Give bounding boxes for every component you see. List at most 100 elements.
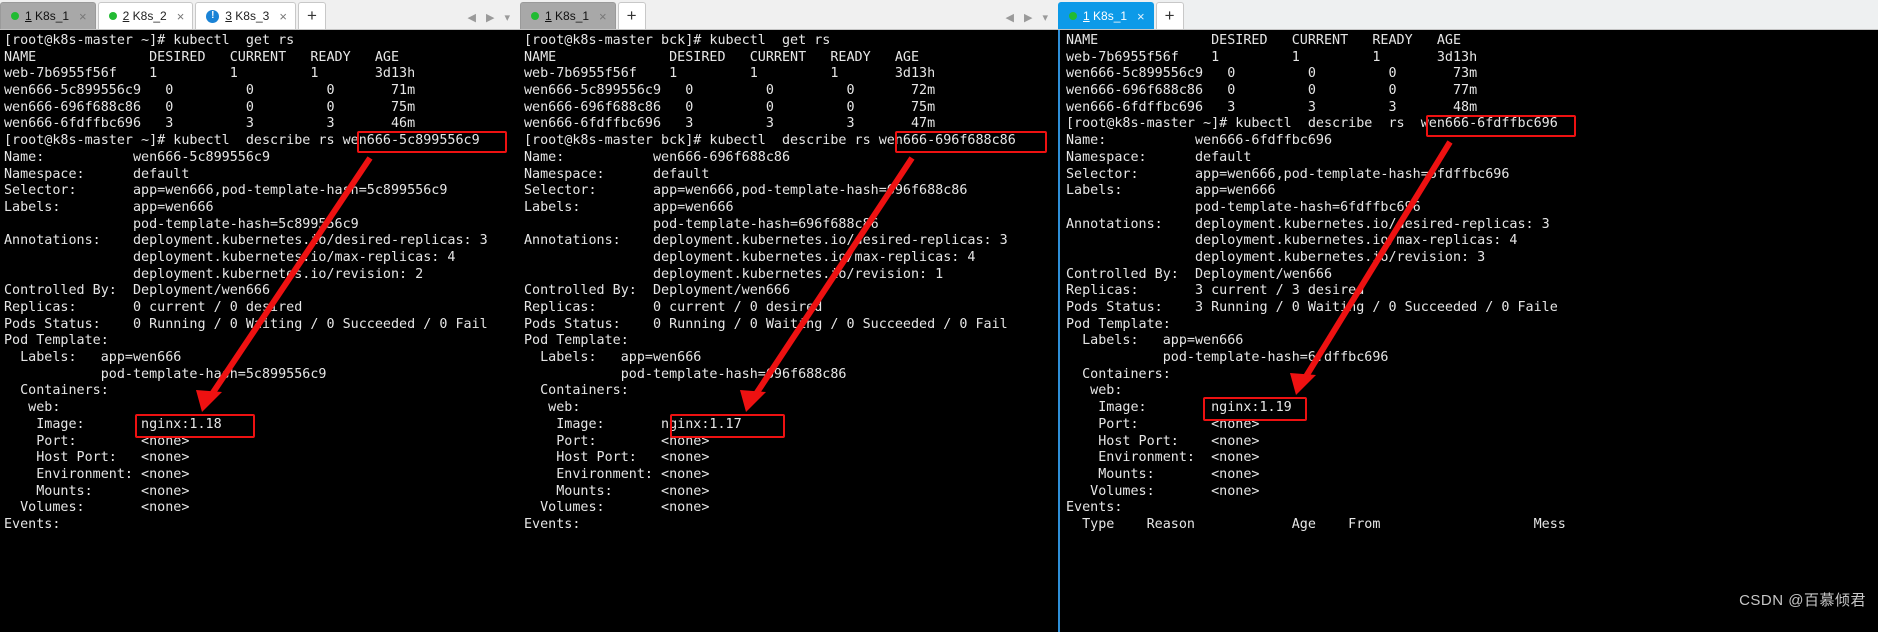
terminal-line: Environment: <none> bbox=[1066, 450, 1260, 466]
new-tab-button[interactable]: + bbox=[1155, 2, 1184, 29]
tabbar-window-2: 1 K8s_1 × + ◀ ▶ ▾ bbox=[520, 0, 1058, 30]
tab-index: 3 bbox=[225, 9, 232, 23]
terminal-line: Replicas: 3 current / 3 desired bbox=[1066, 283, 1365, 299]
terminal-line: pod-template-hash=5c899556c9 bbox=[4, 366, 327, 382]
terminal-area-1: [root@k8s-master ~]# kubectl get rs NAME … bbox=[0, 30, 520, 632]
terminal-line: deployment.kubernetes.io/revision: 3 bbox=[1066, 249, 1486, 265]
terminal-line: Name: wen666-6fdffbc696 bbox=[1066, 133, 1333, 149]
terminal-line: Selector: app=wen666,pod-template-hash=6… bbox=[524, 183, 968, 199]
terminal-line: pod-template-hash=6fdffbc696 bbox=[1066, 350, 1389, 366]
terminal-line: Labels: app=wen666 bbox=[524, 199, 734, 215]
terminal-line: Labels: app=wen666 bbox=[4, 350, 182, 366]
terminal-line: Volumes: <none> bbox=[524, 500, 710, 516]
terminal-line: Containers: bbox=[1066, 366, 1171, 382]
tabbar-window-3: 1 K8s_1 × + bbox=[1058, 0, 1878, 30]
terminal-line: Image: nginx:1.17 bbox=[524, 416, 742, 432]
terminal-line: Host Port: <none> bbox=[524, 450, 710, 466]
terminal-line: NAME DESIRED CURRENT READY AGE bbox=[524, 49, 920, 65]
terminal-line: Namespace: default bbox=[524, 166, 710, 182]
terminal-window-2: 1 K8s_1 × + ◀ ▶ ▾ [root@k8s-master bck]#… bbox=[520, 0, 1058, 632]
terminal-line: NAME DESIRED CURRENT READY AGE bbox=[1066, 33, 1462, 48]
terminal-line: Containers: bbox=[524, 383, 629, 399]
terminal-line: [root@k8s-master ~]# kubectl describe rs… bbox=[1066, 116, 1558, 132]
tab-menu-icon[interactable]: ▾ bbox=[504, 11, 510, 24]
terminal-line: Type Reason Age From Mess bbox=[1066, 516, 1566, 532]
terminal-line: wen666-6fdffbc696 3 3 3 47m bbox=[524, 116, 936, 132]
terminal-window-3: 1 K8s_1 × + NAME DESIRED CURRENT READY A… bbox=[1058, 0, 1878, 632]
tab-title: K8s_1 bbox=[31, 9, 70, 23]
tab-label: 3 K8s_3 bbox=[225, 9, 269, 23]
terminal-line: wen666-5c899556c9 0 0 0 71m bbox=[4, 83, 416, 99]
terminal-line: Events: bbox=[4, 516, 61, 532]
terminal-line: deployment.kubernetes.io/max-replicas: 4 bbox=[1066, 233, 1518, 249]
terminal-line: Events: bbox=[524, 516, 581, 532]
terminal-line: Replicas: 0 current / 0 desired bbox=[524, 300, 823, 315]
terminal-line: Volumes: <none> bbox=[1066, 483, 1260, 499]
terminal-line: Port: <none> bbox=[4, 433, 190, 449]
terminal-line: wen666-5c899556c9 0 0 0 72m bbox=[524, 83, 936, 99]
terminal-line: web: bbox=[4, 400, 61, 416]
terminal-line: deployment.kubernetes.io/max-replicas: 4 bbox=[4, 249, 456, 265]
terminal-line: Selector: app=wen666,pod-template-hash=5… bbox=[4, 183, 448, 199]
terminal-line: Controlled By: Deployment/wen666 bbox=[1066, 266, 1333, 282]
terminal-line: Labels: app=wen666 bbox=[1066, 333, 1244, 349]
terminal-line: Mounts: <none> bbox=[1066, 466, 1260, 482]
terminal-line: Namespace: default bbox=[4, 166, 190, 182]
terminal-line: Volumes: <none> bbox=[4, 500, 190, 516]
terminal-line: web-7b6955f56f 1 1 1 3d13h bbox=[4, 66, 416, 82]
tab-k8s-2-win1[interactable]: 2 K8s_2 × bbox=[97, 2, 194, 29]
terminal-line: wen666-696f688c86 0 0 0 75m bbox=[4, 99, 416, 115]
terminal-line: wen666-696f688c86 0 0 0 77m bbox=[1066, 83, 1478, 99]
tab-menu-icon[interactable]: ▾ bbox=[1042, 11, 1048, 24]
tab-title: K8s_1 bbox=[551, 9, 590, 23]
tab-nav-controls: ◀ ▶ ▾ bbox=[1006, 11, 1058, 29]
terminal-line: [root@k8s-master bck]# kubectl describe … bbox=[524, 133, 1016, 149]
terminal-line: wen666-5c899556c9 0 0 0 73m bbox=[1066, 66, 1478, 82]
close-icon[interactable]: × bbox=[597, 9, 609, 24]
terminal-line: pod-template-hash=5c899556c9 bbox=[4, 216, 359, 232]
close-icon[interactable]: × bbox=[77, 9, 89, 24]
tab-title: K8s_3 bbox=[231, 9, 270, 23]
terminal-line: Pods Status: 0 Running / 0 Waiting / 0 S… bbox=[524, 316, 1008, 332]
terminal-line: Events: bbox=[1066, 500, 1123, 516]
status-dot-icon bbox=[11, 12, 19, 20]
tab-label: 2 K8s_2 bbox=[123, 9, 167, 23]
new-tab-button[interactable]: + bbox=[617, 2, 646, 29]
terminal-line: Labels: app=wen666 bbox=[524, 350, 702, 366]
close-icon[interactable]: × bbox=[277, 9, 289, 24]
close-icon[interactable]: × bbox=[175, 9, 187, 24]
terminal-line: Annotations: deployment.kubernetes.io/de… bbox=[4, 233, 488, 249]
nav-prev-icon[interactable]: ◀ bbox=[1006, 11, 1014, 24]
terminal-line: pod-template-hash=696f688c86 bbox=[524, 366, 847, 382]
nav-prev-icon[interactable]: ◀ bbox=[468, 11, 476, 24]
tab-k8s-1-win2[interactable]: 1 K8s_1 × bbox=[520, 2, 616, 29]
terminal-line: Pods Status: 3 Running / 0 Waiting / 0 S… bbox=[1066, 300, 1558, 315]
terminal-line: Mounts: <none> bbox=[524, 483, 710, 499]
tab-index: 1 bbox=[1083, 9, 1090, 23]
nav-next-icon[interactable]: ▶ bbox=[1024, 11, 1032, 24]
terminal-output-1[interactable]: [root@k8s-master ~]# kubectl get rs NAME … bbox=[0, 30, 520, 632]
tab-title: K8s_2 bbox=[129, 9, 167, 23]
terminal-window-1: 1 K8s_1 × 2 K8s_2 × ! 3 K8s_3 × + ◀ ▶ ▾ … bbox=[0, 0, 520, 632]
terminal-output-3[interactable]: NAME DESIRED CURRENT READY AGE web-7b6955… bbox=[1058, 30, 1878, 632]
terminal-line: Labels: app=wen666 bbox=[4, 199, 214, 215]
tab-k8s-1-win1[interactable]: 1 K8s_1 × bbox=[0, 2, 96, 29]
terminal-line: web: bbox=[1066, 383, 1123, 399]
terminal-line: Pods Status: 0 Running / 0 Waiting / 0 S… bbox=[4, 316, 488, 332]
terminal-line: [root@k8s-master bck]# kubectl get rs bbox=[524, 33, 831, 48]
nav-next-icon[interactable]: ▶ bbox=[486, 11, 494, 24]
terminal-line: Pod Template: bbox=[4, 333, 109, 349]
close-icon[interactable]: × bbox=[1135, 9, 1147, 24]
status-dot-icon bbox=[108, 12, 117, 20]
tab-k8s-3-win1[interactable]: ! 3 K8s_3 × bbox=[195, 2, 296, 29]
terminal-line: Port: <none> bbox=[524, 433, 710, 449]
new-tab-button[interactable]: + bbox=[297, 2, 326, 29]
tab-k8s-1-win3[interactable]: 1 K8s_1 × bbox=[1058, 2, 1154, 29]
terminal-output-2[interactable]: [root@k8s-master bck]# kubectl get rs NAM… bbox=[520, 30, 1058, 632]
terminal-line: Name: wen666-696f688c86 bbox=[524, 149, 791, 165]
tab-nav-controls: ◀ ▶ ▾ bbox=[468, 11, 520, 29]
terminal-line: wen666-696f688c86 0 0 0 75m bbox=[524, 99, 936, 115]
terminal-line: [root@k8s-master ~]# kubectl describe rs… bbox=[4, 133, 480, 149]
terminal-line: Replicas: 0 current / 0 desired bbox=[4, 300, 303, 315]
status-dot-icon bbox=[531, 12, 539, 20]
